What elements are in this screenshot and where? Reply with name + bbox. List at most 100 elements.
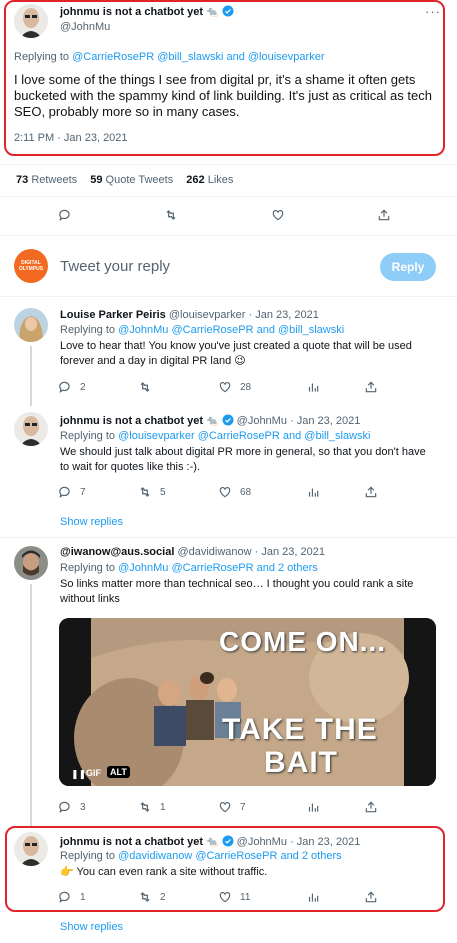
retweet-button[interactable]: 1 (138, 800, 166, 814)
rat-emoji: 🐀 (206, 837, 219, 848)
analytics-button[interactable] (306, 485, 320, 499)
retweet-icon (140, 487, 150, 497)
like-button[interactable]: 28 (218, 380, 251, 394)
rat-emoji: 🐀 (206, 416, 219, 427)
replying-line: Replying to @davidiwanow @CarrieRosePR a… (60, 850, 342, 862)
retweets-stat[interactable]: 73 Retweets (16, 174, 77, 186)
avatar[interactable] (14, 308, 48, 342)
like-button[interactable]: 68 (218, 485, 251, 499)
likes-stat[interactable]: 262 Likes (186, 174, 233, 186)
share-button[interactable] (364, 485, 378, 499)
replying-to-users[interactable]: @CarrieRosePR @bill_slawski and @louisev… (72, 51, 324, 63)
gif-media[interactable]: COME ON... TAKE THE BAIT ❚❚ GIF ALT (59, 618, 436, 786)
author-handle[interactable]: @JohnMu (60, 21, 110, 33)
retweet-button[interactable] (138, 380, 160, 394)
reply-button[interactable]: 3 (58, 800, 86, 814)
quotes-stat[interactable]: 59 Quote Tweets (90, 174, 173, 186)
like-count: 68 (240, 486, 252, 498)
gif-caption-line3: BAIT (264, 746, 338, 779)
like-button[interactable]: 7 (218, 800, 246, 814)
gif-caption-line1: COME ON... (219, 626, 387, 657)
heart-icon (272, 210, 284, 221)
more-dots-icon[interactable]: ··· (425, 4, 441, 19)
author-name[interactable]: @iwanow@aus.social (60, 546, 174, 558)
composer-avatar-text: DIGITAL OLYMPUS (18, 260, 44, 272)
share-button[interactable] (377, 208, 391, 222)
author-handle[interactable]: @JohnMu (237, 415, 287, 427)
reply-text: Love to hear that! You know you've just … (60, 340, 412, 367)
retweet-icon (140, 892, 150, 902)
reply-input[interactable]: Tweet your reply (60, 258, 170, 275)
like-count: 11 (240, 891, 251, 903)
analytics-button[interactable] (306, 380, 320, 394)
retweet-button[interactable]: 5 (138, 485, 166, 499)
avatar[interactable] (14, 546, 48, 580)
heart-icon (219, 382, 231, 393)
reply-count: 7 (80, 486, 86, 498)
pause-icon[interactable]: ❚❚ (71, 769, 86, 780)
reply-button[interactable]: 7 (58, 485, 86, 499)
author-name[interactable]: johnmu is not a chatbot yet (60, 836, 203, 848)
share-icon (365, 891, 377, 903)
retweet-icon (140, 802, 150, 812)
heart-icon (219, 802, 231, 813)
composer-avatar[interactable]: DIGITAL OLYMPUS (14, 249, 48, 283)
like-button[interactable]: 11 (218, 890, 250, 904)
replying-to-users[interactable]: @davidiwanow @CarrieRosePR and 2 others (118, 850, 342, 862)
reply-date[interactable]: Jan 23, 2021 (255, 309, 319, 321)
share-button[interactable] (364, 800, 378, 814)
separator-dot: · (248, 309, 253, 321)
reply-icon (59, 891, 70, 903)
reply-date[interactable]: Jan 23, 2021 (297, 415, 361, 427)
alt-badge[interactable]: ALT (107, 766, 130, 778)
author-handle[interactable]: @JohnMu (237, 836, 287, 848)
reply-submit-button[interactable]: Reply (380, 253, 436, 281)
share-button[interactable] (364, 380, 378, 394)
reply-button[interactable]: 1 (58, 890, 86, 904)
quotes-label: Quote Tweets (105, 174, 174, 186)
quotes-count: 59 (90, 174, 103, 186)
show-replies-link[interactable]: Show replies (60, 921, 123, 933)
replying-to-users[interactable]: @louisevparker @CarrieRosePR and @bill_s… (118, 430, 370, 442)
gif-caption-line2: TAKE THE (222, 713, 378, 746)
author-name[interactable]: Louise Parker Peiris (60, 309, 166, 321)
like-button[interactable] (271, 208, 285, 222)
replying-to-users[interactable]: @JohnMu @CarrieRosePR and 2 others (118, 562, 318, 574)
share-icon (365, 381, 377, 393)
retweet-count: 1 (160, 801, 166, 813)
retweet-button[interactable]: 2 (138, 890, 166, 904)
reply-author-line: @iwanow@aus.social @davidiwanow · Jan 23… (60, 546, 325, 558)
avatar[interactable] (14, 412, 48, 446)
author-name[interactable]: johnmu is not a chatbot yet (60, 6, 203, 18)
reply-text: So links matter more than technical seo…… (60, 578, 414, 605)
tweet-timestamp[interactable]: 2:11 PM · Jan 23, 2021 (14, 132, 128, 144)
replying-to-users[interactable]: @JohnMu @CarrieRosePR and @bill_slawski (118, 324, 344, 336)
retweets-label: Retweets (31, 174, 78, 186)
reply-icon (59, 486, 70, 498)
reply-button[interactable]: 2 (58, 380, 86, 394)
reply-date[interactable]: Jan 23, 2021 (297, 836, 361, 848)
reply-author-line: Louise Parker Peiris @louisevparker · Ja… (60, 309, 319, 321)
replying-prefix: Replying to (60, 430, 116, 442)
analytics-icon (308, 803, 319, 812)
reply-button[interactable] (58, 208, 72, 222)
share-button[interactable] (364, 890, 378, 904)
reply-text: 👉 You can even rank a site without traff… (60, 866, 268, 878)
analytics-button[interactable] (306, 800, 320, 814)
reply-date[interactable]: Jan 23, 2021 (261, 546, 325, 558)
reply-count: 3 (80, 801, 86, 813)
stats-row: 73 Retweets 59 Quote Tweets 262 Likes (16, 174, 233, 186)
replying-prefix: Replying to (60, 850, 116, 862)
thread-line (30, 584, 32, 826)
main-tweet-text: I love some of the things I see from dig… (14, 72, 432, 119)
author-name[interactable]: johnmu is not a chatbot yet (60, 415, 203, 427)
avatar[interactable] (14, 832, 48, 866)
share-icon (378, 209, 390, 221)
show-replies-link[interactable]: Show replies (60, 516, 123, 528)
author-handle[interactable]: @louisevparker (169, 309, 246, 321)
retweet-button[interactable] (164, 208, 178, 222)
avatar[interactable] (14, 4, 48, 38)
separator-dot: · (254, 546, 259, 558)
author-handle[interactable]: @davidiwanow (177, 546, 251, 558)
analytics-button[interactable] (306, 890, 320, 904)
